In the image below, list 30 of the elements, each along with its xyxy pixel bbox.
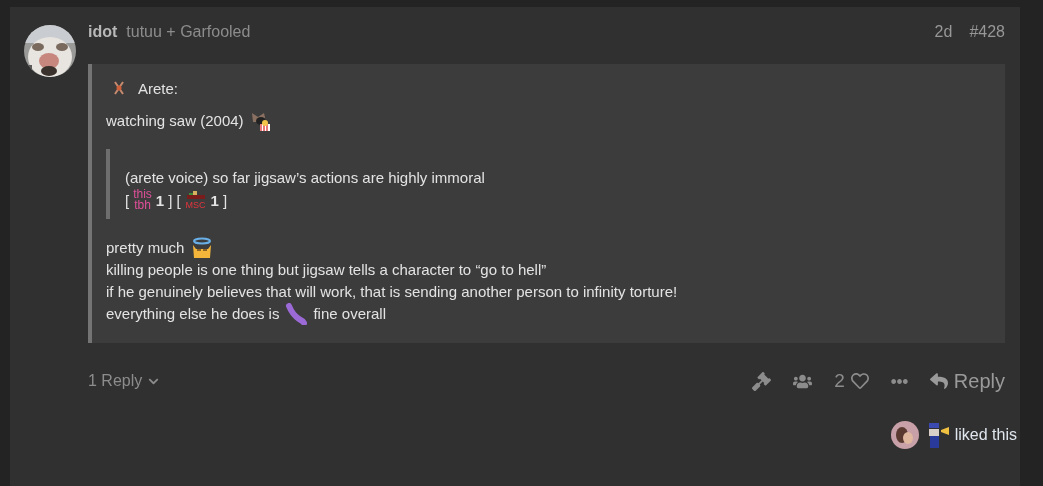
- heart-icon: [850, 372, 869, 390]
- quote-text: fine overall: [313, 304, 386, 324]
- worm-icon: [285, 303, 308, 325]
- bracket: [: [176, 191, 181, 209]
- emoji-caption: MSC: [185, 200, 206, 210]
- this-tbh-emoji[interactable]: this tbh: [133, 189, 152, 211]
- replies-toggle[interactable]: 1 Reply: [88, 372, 160, 390]
- bracket: ]: [168, 191, 173, 209]
- quote-text: watching saw (2004): [106, 111, 244, 131]
- popcorn-cat-icon: [249, 110, 272, 132]
- post-age[interactable]: 2d: [934, 23, 953, 41]
- bracket: [: [125, 191, 130, 209]
- quote-text: pretty much: [106, 238, 185, 258]
- bracket: ]: [222, 191, 228, 209]
- quote-text: if he genuinely believes that will work, that is sending another person to infinity torture!: [106, 282, 678, 302]
- quote-text: everything else he does is: [106, 304, 280, 324]
- reply-icon: [929, 372, 948, 390]
- liked-text: liked this: [954, 426, 1017, 444]
- user-groups: tutuu + Garfooled: [126, 23, 251, 41]
- boat-icon[interactable]: [184, 190, 207, 201]
- post-number[interactable]: #428: [969, 23, 1005, 41]
- gavel-icon[interactable]: [752, 371, 772, 391]
- author-name[interactable]: idot: [88, 23, 118, 41]
- reaction-count: 1: [210, 191, 219, 209]
- quote-text: killing people is one thing but jigsaw tells a character to “go to hell”: [106, 260, 547, 280]
- like-button[interactable]: 2: [834, 370, 869, 392]
- quote-author[interactable]: Arete:: [138, 79, 179, 97]
- quote-text: (arete voice) so far jigsaw’s actions are highly immoral: [125, 168, 485, 188]
- reply-button[interactable]: Reply: [929, 369, 1005, 393]
- reaction-count: 1: [155, 191, 165, 209]
